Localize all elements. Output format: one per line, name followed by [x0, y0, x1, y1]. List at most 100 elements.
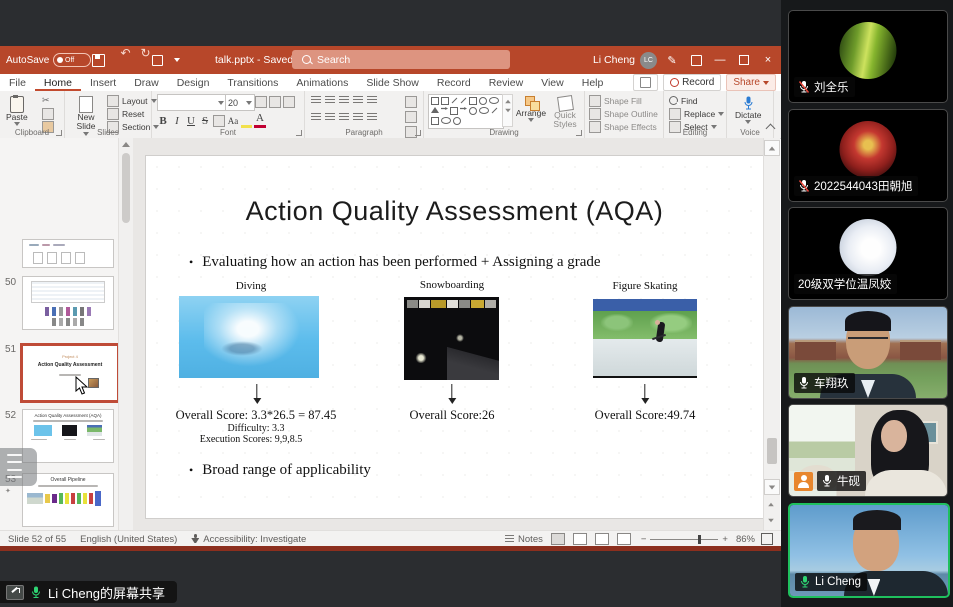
text-direction-button[interactable]: [405, 96, 417, 108]
shape-icon[interactable]: [441, 117, 451, 124]
scrollbar-thumb[interactable]: [767, 438, 777, 464]
slide-sorter-view-button[interactable]: [573, 533, 587, 545]
share-button[interactable]: Share: [726, 74, 776, 91]
tab-slide-show[interactable]: Slide Show: [357, 74, 428, 91]
dialog-launcher-icon[interactable]: [576, 130, 582, 136]
participant-tile[interactable]: 20级双学位温凤姣: [788, 207, 948, 300]
next-slide-button[interactable]: [764, 513, 778, 527]
zoom-in-button[interactable]: +: [722, 534, 728, 545]
find-button[interactable]: Find: [669, 95, 698, 106]
restore-button[interactable]: [731, 46, 757, 74]
shape-icon[interactable]: [469, 97, 477, 105]
dictate-button[interactable]: Dictate: [735, 93, 761, 124]
tab-animations[interactable]: Animations: [287, 74, 357, 91]
shapes-gallery[interactable]: [428, 94, 504, 129]
scroll-down-button[interactable]: [764, 479, 780, 495]
tab-file[interactable]: File: [0, 74, 35, 91]
scroll-up-button[interactable]: [764, 140, 780, 156]
participant-tile-active-speaker[interactable]: Li Cheng: [788, 503, 950, 598]
shape-fill-button[interactable]: Shape Fill: [589, 95, 642, 106]
shape-icon[interactable]: [489, 97, 499, 104]
tab-design[interactable]: Design: [168, 74, 219, 91]
shape-icon[interactable]: [469, 107, 477, 115]
bullets-button[interactable]: [311, 96, 321, 105]
replace-button[interactable]: Replace: [669, 108, 724, 119]
redo-button[interactable]: ↻: [139, 46, 152, 59]
normal-view-button[interactable]: [551, 533, 565, 545]
previous-slide-button[interactable]: [764, 497, 778, 511]
italic-button[interactable]: I: [171, 115, 183, 127]
slide-thumbnail-49[interactable]: [22, 239, 114, 268]
font-size-select[interactable]: 20: [225, 94, 255, 111]
screen-share-indicator[interactable]: Li Cheng的屏幕共享: [0, 581, 177, 603]
zoom-out-button[interactable]: −: [641, 534, 647, 545]
shape-effects-button[interactable]: Shape Effects: [589, 121, 657, 132]
shrink-font-button[interactable]: [269, 96, 281, 108]
qat-customize-button[interactable]: [174, 46, 180, 74]
tab-view[interactable]: View: [532, 74, 573, 91]
minimize-button[interactable]: —: [707, 46, 733, 74]
tab-insert[interactable]: Insert: [81, 74, 125, 91]
align-text-button[interactable]: [405, 111, 417, 123]
shape-outline-button[interactable]: Shape Outline: [589, 108, 658, 119]
autosave-toggle[interactable]: Off: [53, 46, 91, 74]
shape-icon[interactable]: [441, 97, 449, 105]
zoom-slider-thumb[interactable]: [698, 535, 701, 544]
notes-button[interactable]: Notes: [505, 534, 543, 545]
language-indicator[interactable]: English (United States): [80, 534, 177, 545]
tab-review[interactable]: Review: [480, 74, 532, 91]
slide[interactable]: Action Quality Assessment (AQA) Evaluati…: [145, 155, 764, 519]
close-button[interactable]: ×: [755, 46, 781, 74]
reset-button[interactable]: Reset: [107, 108, 144, 119]
shape-icon[interactable]: [450, 107, 458, 115]
shape-icon[interactable]: [479, 97, 487, 105]
thumbnail-scrollbar[interactable]: [118, 138, 133, 530]
search-input[interactable]: Search: [292, 50, 510, 69]
justify-button[interactable]: [353, 113, 363, 122]
character-spacing-button[interactable]: [213, 115, 225, 127]
record-button[interactable]: Record: [663, 74, 721, 91]
grow-font-button[interactable]: [255, 96, 267, 108]
slide-thumbnail-50[interactable]: [22, 276, 114, 330]
tab-record[interactable]: Record: [428, 74, 480, 91]
bold-button[interactable]: B: [157, 115, 169, 127]
shape-icon[interactable]: [492, 108, 498, 114]
ink-button[interactable]: ✎: [659, 46, 685, 74]
slide-scrollbar[interactable]: [763, 138, 780, 530]
strikethrough-button[interactable]: S: [199, 115, 211, 127]
fit-slide-button[interactable]: [761, 533, 773, 545]
slide-indicator[interactable]: Slide 52 of 55: [8, 534, 66, 545]
arrange-button[interactable]: Arrange: [514, 93, 548, 122]
shape-icon[interactable]: [441, 107, 448, 110]
participant-tile[interactable]: 牛砚: [788, 404, 948, 497]
account-avatar[interactable]: LC: [640, 46, 657, 74]
meeting-floating-toolbar[interactable]: [0, 448, 37, 486]
participant-tile[interactable]: 2022544043田朝旭: [788, 109, 948, 202]
start-slideshow-button[interactable]: [152, 46, 163, 74]
scrollbar-thumb[interactable]: [122, 153, 130, 223]
shapes-scroll[interactable]: [502, 94, 513, 127]
change-case-button[interactable]: Aa: [227, 116, 239, 126]
shape-icon[interactable]: [431, 97, 439, 105]
zoom-slider[interactable]: [650, 539, 718, 540]
ribbon-display-button[interactable]: [683, 46, 709, 74]
clear-formatting-button[interactable]: [283, 96, 295, 108]
line-spacing-button[interactable]: [367, 96, 377, 105]
numbering-button[interactable]: [325, 96, 335, 105]
reading-view-button[interactable]: [595, 533, 609, 545]
font-color-button[interactable]: A: [254, 113, 266, 128]
highlight-color-button[interactable]: [241, 114, 252, 128]
tab-help[interactable]: Help: [573, 74, 613, 91]
layout-button[interactable]: Layout: [107, 95, 157, 106]
zoom-level[interactable]: 86%: [736, 534, 755, 545]
align-left-button[interactable]: [311, 113, 321, 122]
columns-button[interactable]: [367, 113, 377, 122]
tab-transitions[interactable]: Transitions: [218, 74, 287, 91]
slideshow-view-button[interactable]: [617, 533, 631, 545]
align-right-button[interactable]: [339, 113, 349, 122]
save-button[interactable]: [92, 46, 105, 74]
paste-button[interactable]: Paste: [6, 93, 28, 126]
shape-icon[interactable]: [453, 117, 461, 125]
account-name[interactable]: Li Cheng: [593, 46, 635, 74]
shape-icon[interactable]: [479, 107, 489, 114]
